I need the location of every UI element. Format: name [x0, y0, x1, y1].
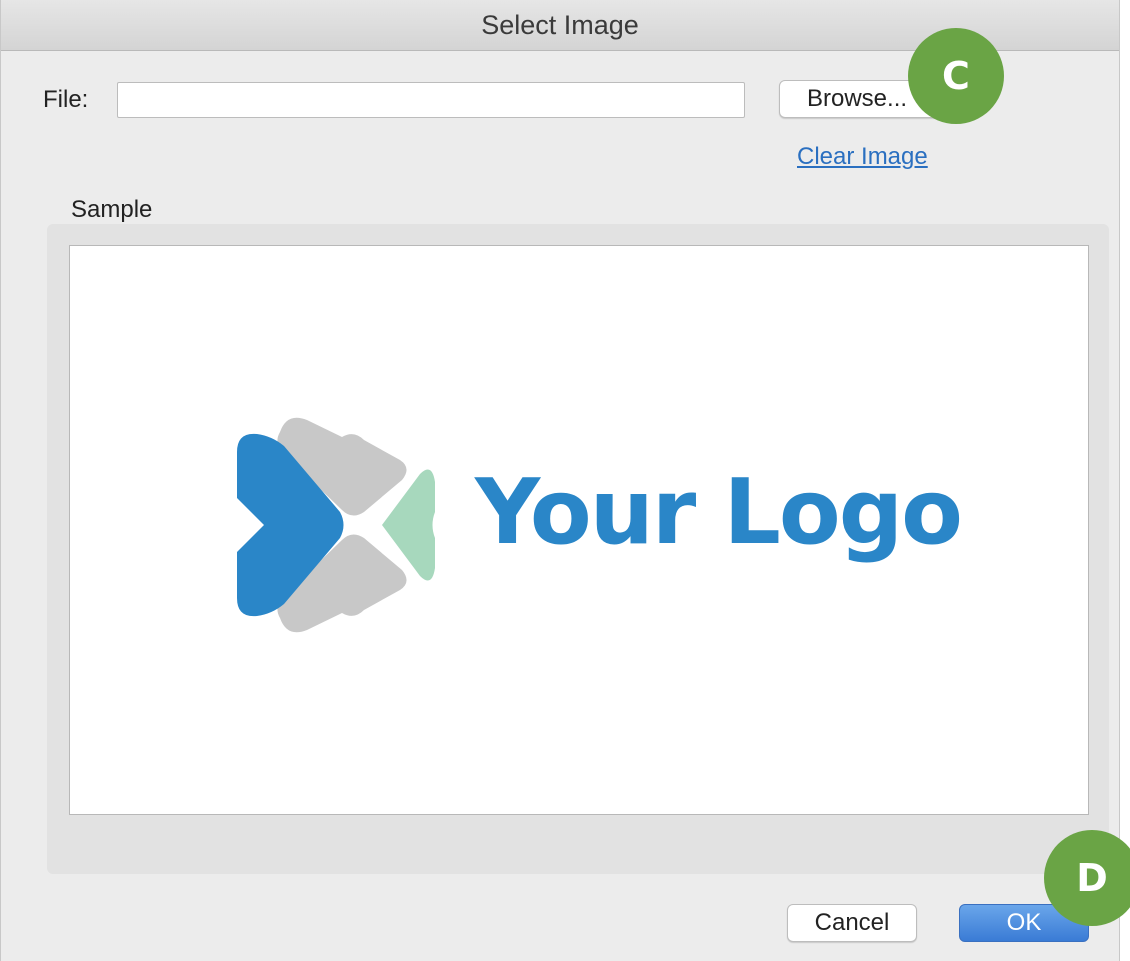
logo-text: Your Logo	[475, 460, 963, 565]
sample-preview-image: Your Logo	[69, 245, 1089, 815]
callout-c-badge: C	[908, 28, 1004, 124]
file-path-input[interactable]	[117, 82, 745, 118]
sample-label: Sample	[71, 196, 153, 223]
callout-d-badge: D	[1044, 830, 1130, 926]
file-label: File:	[43, 86, 89, 113]
logo-mark-icon	[237, 417, 435, 633]
select-image-dialog: Select Image File: Browse... Clear Image…	[0, 0, 1120, 961]
cancel-button[interactable]: Cancel	[787, 904, 917, 942]
clear-image-link[interactable]: Clear Image	[797, 143, 928, 171]
